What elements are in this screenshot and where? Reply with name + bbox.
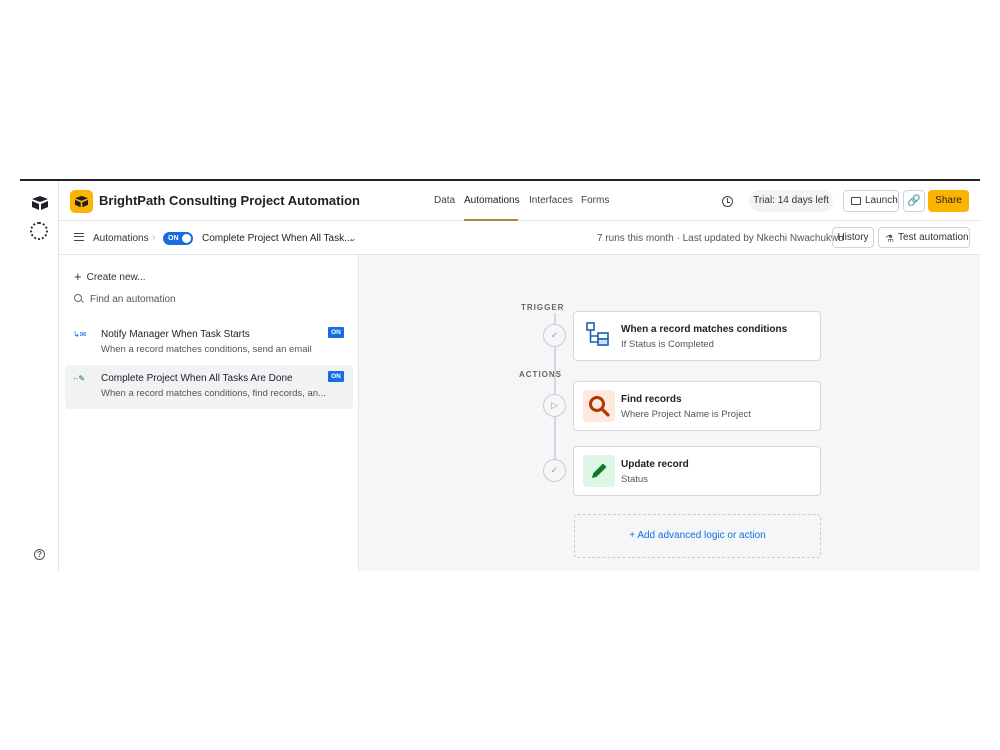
- create-label: Create new...: [86, 272, 146, 283]
- magnifier-icon: [583, 390, 615, 422]
- trigger-edit-icon: ··✎: [73, 374, 86, 383]
- status-badge: ON: [328, 371, 344, 382]
- app-window: ? BrightPath Consulting Project Automati…: [20, 179, 980, 571]
- action-card-find[interactable]: Find records Where Project Name is Proje…: [573, 381, 821, 431]
- action-title: Find records: [621, 394, 682, 405]
- home-logo-icon[interactable]: [31, 195, 49, 211]
- menu-icon[interactable]: [74, 233, 84, 241]
- tab-automations[interactable]: Automations: [464, 195, 520, 206]
- create-new-button[interactable]: + Create new...: [74, 268, 146, 284]
- action-title: Update record: [621, 459, 689, 470]
- launch-button[interactable]: Launch: [843, 190, 899, 212]
- link-icon[interactable]: 🔗: [903, 190, 925, 212]
- left-rail: ?: [20, 181, 59, 571]
- list-item[interactable]: ··✎ Complete Project When All Tasks Are …: [65, 365, 353, 409]
- launch-label: Launch: [865, 195, 898, 206]
- automation-toolbar: Automations › ON Complete Project When A…: [59, 221, 980, 255]
- pencil-icon: [583, 455, 615, 487]
- share-button[interactable]: Share: [928, 190, 969, 212]
- history-icon[interactable]: [722, 196, 733, 207]
- launch-icon: [851, 197, 861, 205]
- trial-badge[interactable]: Trial: 14 days left: [749, 190, 833, 212]
- chevron-down-icon[interactable]: ⌄: [330, 194, 338, 205]
- automation-toggle[interactable]: ON: [163, 232, 193, 245]
- conditions-icon: [586, 322, 609, 346]
- trigger-subtitle: If Status is Completed: [621, 339, 714, 350]
- check-icon: ✓: [543, 324, 566, 347]
- tab-data[interactable]: Data: [434, 195, 455, 206]
- trigger-email-icon: ↳✉: [73, 330, 87, 339]
- top-header: BrightPath Consulting Project Automation…: [59, 181, 980, 221]
- breadcrumb[interactable]: Automations: [93, 233, 149, 244]
- list-item[interactable]: ↳✉ Notify Manager When Task Starts When …: [65, 321, 353, 365]
- plus-icon: +: [74, 269, 82, 284]
- trigger-label: TRIGGER: [521, 303, 565, 312]
- test-automation-button[interactable]: Test automation: [878, 227, 970, 249]
- automation-list: + Create new... Find an automation ↳✉ Not…: [59, 255, 359, 571]
- automation-item-name: Notify Manager When Task Starts: [101, 329, 250, 340]
- search-input[interactable]: Find an automation: [90, 294, 176, 305]
- tab-interfaces[interactable]: Interfaces: [529, 195, 573, 206]
- flask-icon: [885, 230, 894, 249]
- status-badge: ON: [328, 327, 344, 338]
- help-icon[interactable]: ?: [34, 549, 45, 560]
- automation-canvas: TRIGGER ACTIONS ✓ When a record matches …: [359, 255, 980, 571]
- add-logic-button[interactable]: + Add advanced logic or action: [574, 514, 821, 558]
- base-icon[interactable]: [70, 190, 93, 213]
- automation-item-desc: When a record matches conditions, find r…: [101, 388, 326, 399]
- automation-item-desc: When a record matches conditions, send a…: [101, 344, 312, 355]
- action-card-update[interactable]: Update record Status: [573, 446, 821, 496]
- add-label: Add advanced logic or action: [637, 530, 766, 541]
- automation-item-name: Complete Project When All Tasks Are Done: [101, 373, 293, 384]
- trigger-title: When a record matches conditions: [621, 324, 788, 335]
- tab-forms[interactable]: Forms: [581, 195, 609, 206]
- breadcrumb-separator: ›: [152, 232, 156, 243]
- check-icon: ✓: [543, 459, 566, 482]
- trigger-card[interactable]: When a record matches conditions If Stat…: [573, 311, 821, 361]
- automation-name[interactable]: Complete Project When All Task...: [202, 233, 352, 244]
- action-subtitle: Status: [621, 474, 648, 485]
- workspace-loading-icon[interactable]: [30, 222, 48, 240]
- base-title[interactable]: BrightPath Consulting Project Automation: [99, 193, 360, 208]
- action-subtitle: Where Project Name is Project: [621, 409, 751, 420]
- run-meta: 7 runs this month · Last updated by Nkec…: [597, 233, 844, 244]
- play-icon: ▷: [543, 394, 566, 417]
- chevron-down-icon[interactable]: ⌄: [349, 233, 357, 244]
- test-label: Test automation: [898, 232, 969, 243]
- search-icon: [74, 294, 82, 302]
- history-button[interactable]: History: [832, 227, 874, 248]
